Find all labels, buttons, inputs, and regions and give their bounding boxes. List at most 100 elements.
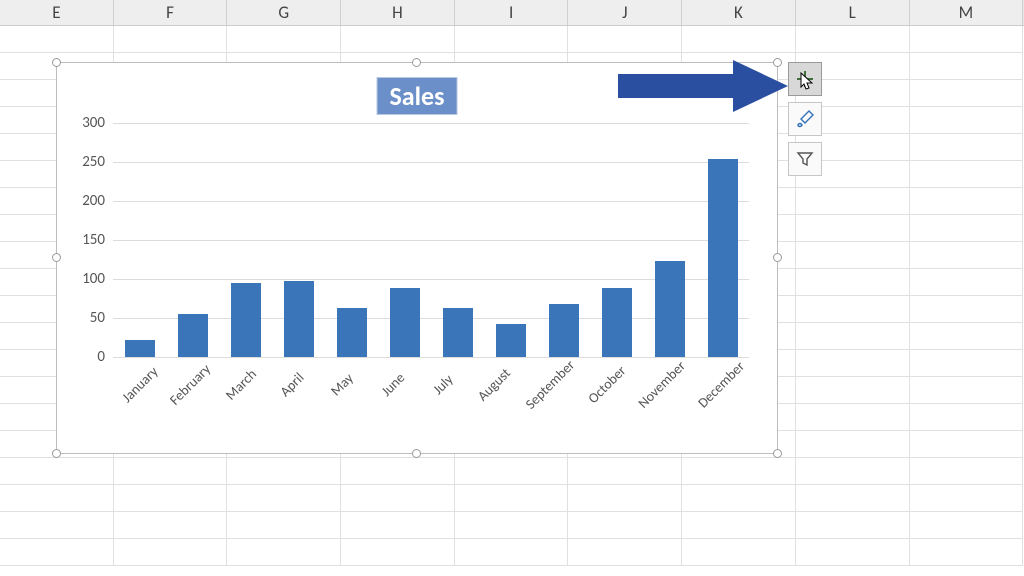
cell[interactable] <box>0 458 114 485</box>
cell[interactable] <box>227 539 341 566</box>
cell[interactable] <box>0 539 114 566</box>
chart-elements-button[interactable] <box>788 62 822 96</box>
cell[interactable] <box>114 458 228 485</box>
cell[interactable] <box>114 26 228 53</box>
cell[interactable] <box>114 512 228 539</box>
cell[interactable] <box>341 458 455 485</box>
cell[interactable] <box>796 539 910 566</box>
cell[interactable] <box>910 377 1024 404</box>
col-header[interactable]: I <box>455 0 569 25</box>
resize-handle[interactable] <box>773 253 782 262</box>
cell[interactable] <box>114 485 228 512</box>
cell[interactable] <box>796 350 910 377</box>
cell[interactable] <box>682 458 796 485</box>
bar[interactable] <box>708 159 738 357</box>
cell[interactable] <box>910 188 1024 215</box>
cell[interactable] <box>114 539 228 566</box>
cell[interactable] <box>0 512 114 539</box>
bar[interactable] <box>284 281 314 357</box>
cell[interactable] <box>796 323 910 350</box>
cell[interactable] <box>796 242 910 269</box>
plot-area[interactable]: 050100150200250300 JanuaryFebruaryMarchA… <box>113 123 749 357</box>
chart-filters-button[interactable] <box>788 142 822 176</box>
cell[interactable] <box>796 458 910 485</box>
cell[interactable] <box>455 539 569 566</box>
col-header[interactable]: M <box>910 0 1024 25</box>
cell[interactable] <box>682 512 796 539</box>
bar[interactable] <box>125 340 155 357</box>
cell[interactable] <box>796 269 910 296</box>
cell[interactable] <box>227 26 341 53</box>
cell[interactable] <box>910 512 1024 539</box>
cell[interactable] <box>910 53 1024 80</box>
col-header[interactable]: K <box>682 0 796 25</box>
cell[interactable] <box>0 26 114 53</box>
cell[interactable] <box>568 539 682 566</box>
col-header[interactable]: L <box>796 0 910 25</box>
cell[interactable] <box>568 485 682 512</box>
chart-styles-button[interactable] <box>788 102 822 136</box>
cell[interactable] <box>910 485 1024 512</box>
cell[interactable] <box>227 485 341 512</box>
cell[interactable] <box>796 296 910 323</box>
cell[interactable] <box>796 26 910 53</box>
bar[interactable] <box>549 304 579 357</box>
cell[interactable] <box>227 458 341 485</box>
resize-handle[interactable] <box>773 449 782 458</box>
cell[interactable] <box>796 404 910 431</box>
cell[interactable] <box>910 350 1024 377</box>
embedded-chart[interactable]: Sales 050100150200250300 JanuaryFebruary… <box>56 62 778 454</box>
col-header[interactable]: G <box>227 0 341 25</box>
cell[interactable] <box>341 512 455 539</box>
resize-handle[interactable] <box>412 449 421 458</box>
cell[interactable] <box>682 485 796 512</box>
bar[interactable] <box>337 308 367 357</box>
cell[interactable] <box>796 512 910 539</box>
cell[interactable] <box>910 539 1024 566</box>
cell[interactable] <box>910 26 1024 53</box>
cell[interactable] <box>796 188 910 215</box>
cell[interactable] <box>341 26 455 53</box>
cell[interactable] <box>682 26 796 53</box>
cell[interactable] <box>455 485 569 512</box>
resize-handle[interactable] <box>412 58 421 67</box>
cell[interactable] <box>910 458 1024 485</box>
cell[interactable] <box>455 26 569 53</box>
cell[interactable] <box>227 512 341 539</box>
resize-handle[interactable] <box>52 449 61 458</box>
bar[interactable] <box>496 324 526 357</box>
col-header[interactable]: H <box>341 0 455 25</box>
cell[interactable] <box>341 485 455 512</box>
cell[interactable] <box>910 404 1024 431</box>
resize-handle[interactable] <box>773 58 782 67</box>
cell[interactable] <box>796 215 910 242</box>
cell[interactable] <box>568 512 682 539</box>
cell[interactable] <box>910 242 1024 269</box>
cell[interactable] <box>455 512 569 539</box>
cell[interactable] <box>0 485 114 512</box>
cell[interactable] <box>910 107 1024 134</box>
resize-handle[interactable] <box>52 58 61 67</box>
cell[interactable] <box>910 80 1024 107</box>
bar[interactable] <box>655 261 685 357</box>
cell[interactable] <box>341 539 455 566</box>
cell[interactable] <box>910 269 1024 296</box>
col-header[interactable]: J <box>568 0 682 25</box>
chart-title[interactable]: Sales <box>377 77 458 115</box>
resize-handle[interactable] <box>52 253 61 262</box>
cell[interactable] <box>682 539 796 566</box>
cell[interactable] <box>910 215 1024 242</box>
cell[interactable] <box>796 485 910 512</box>
col-header[interactable]: F <box>114 0 228 25</box>
bar[interactable] <box>231 283 261 357</box>
bar[interactable] <box>443 308 473 357</box>
bar[interactable] <box>390 288 420 357</box>
cell[interactable] <box>568 26 682 53</box>
bar[interactable] <box>178 314 208 357</box>
cell[interactable] <box>455 458 569 485</box>
cell[interactable] <box>910 323 1024 350</box>
bar-series[interactable] <box>113 123 749 357</box>
cell[interactable] <box>568 458 682 485</box>
bar[interactable] <box>602 288 632 357</box>
cell[interactable] <box>910 431 1024 458</box>
